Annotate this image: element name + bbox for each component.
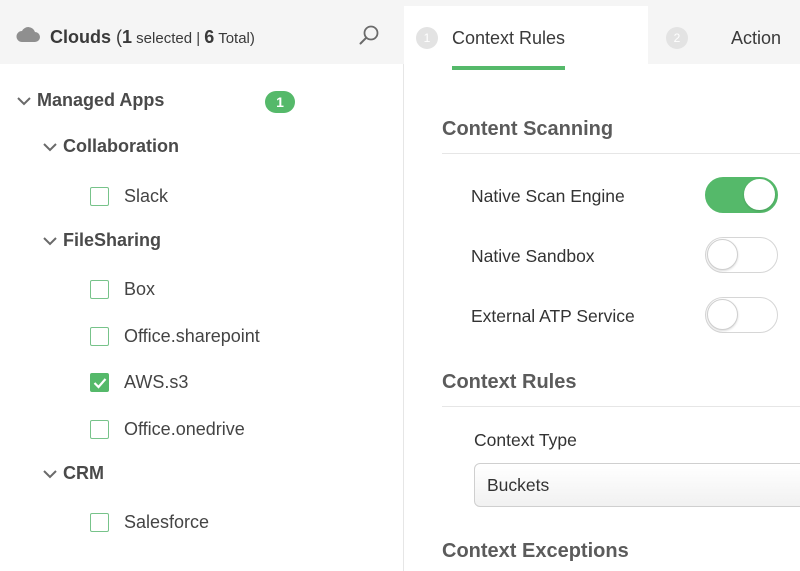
chevron-down-icon[interactable] [42,468,58,480]
section-title-context-exceptions: Context Exceptions [442,540,629,562]
tree-node-collaboration[interactable]: Collaboration [42,136,179,157]
group-label-filesharing: FileSharing [63,230,162,250]
app-item-office-sharepoint[interactable]: Office.sharepoint [90,326,260,347]
context-type-value: Buckets [487,475,550,495]
tab-step-number: 1 [416,27,438,49]
group-label-crm: CRM [63,463,104,483]
total-text: Total) [214,30,255,47]
app-item-slack[interactable]: Slack [90,186,168,207]
chevron-down-icon[interactable] [42,235,58,247]
app-label: Office.onedrive [124,419,245,439]
toggle-external-atp-service[interactable] [705,297,778,333]
app-label: AWS.s3 [124,372,189,392]
app-item-salesforce[interactable]: Salesforce [90,512,209,533]
toggle-knob [744,179,775,210]
app-label: Salesforce [124,512,210,532]
checkbox[interactable] [90,513,109,532]
app-label: Box [124,279,156,299]
tree-node-managed-apps[interactable]: Managed Apps [16,90,164,111]
toggle-native-scan-engine[interactable] [705,177,778,213]
total-count: 6 [204,27,215,47]
cloud-icon [16,27,40,42]
clouds-open-paren: ( [111,27,122,47]
selected-text: selected | [132,30,205,47]
tab-action[interactable]: Action [731,28,781,49]
toggle-native-sandbox[interactable] [705,237,778,273]
managed-apps-label: Managed Apps [37,90,165,110]
tab-step-number: 2 [666,27,688,49]
app-item-office-onedrive[interactable]: Office.onedrive [90,419,245,440]
active-tab-indicator [452,66,565,70]
search-icon[interactable] [358,24,380,46]
checkmark-icon [93,377,106,389]
checkbox-checked[interactable] [90,373,109,392]
app-label: Slack [124,186,169,206]
app-item-aws-s3[interactable]: AWS.s3 [90,372,188,393]
checkbox[interactable] [90,327,109,346]
checkbox[interactable] [90,187,109,206]
tab-context-rules-label[interactable]: Context Rules [452,28,565,49]
clouds-panel: Clouds (1 selected | 6 Total) Managed Ap… [0,0,404,571]
context-type-select[interactable]: Buckets [474,463,800,507]
context-type-label: Context Type [474,430,577,450]
option-label-native-sandbox: Native Sandbox [471,246,595,266]
group-label-collaboration: Collaboration [63,136,179,156]
chevron-down-icon[interactable] [16,95,32,107]
divider [442,406,800,407]
section-title-content-scanning: Content Scanning [442,118,614,140]
clouds-header: Clouds (1 selected | 6 Total) [0,0,404,64]
tree-node-filesharing[interactable]: FileSharing [42,230,161,251]
managed-apps-count-badge: 1 [265,91,295,113]
checkbox[interactable] [90,420,109,439]
section-title-context-rules: Context Rules [442,371,577,393]
tree-node-crm[interactable]: CRM [42,463,104,484]
option-label-external-atp-service: External ATP Service [471,306,635,326]
chevron-down-icon[interactable] [42,141,58,153]
clouds-title: Clouds (1 selected | 6 Total) [50,26,255,50]
divider [442,153,800,154]
app-label: Office.sharepoint [124,326,260,346]
clouds-title-text: Clouds [50,27,111,47]
app-item-box[interactable]: Box [90,279,155,300]
option-label-native-scan-engine: Native Scan Engine [471,186,625,206]
toggle-knob [707,239,738,270]
checkbox[interactable] [90,280,109,299]
toggle-knob [707,299,738,330]
selected-count: 1 [122,27,133,47]
